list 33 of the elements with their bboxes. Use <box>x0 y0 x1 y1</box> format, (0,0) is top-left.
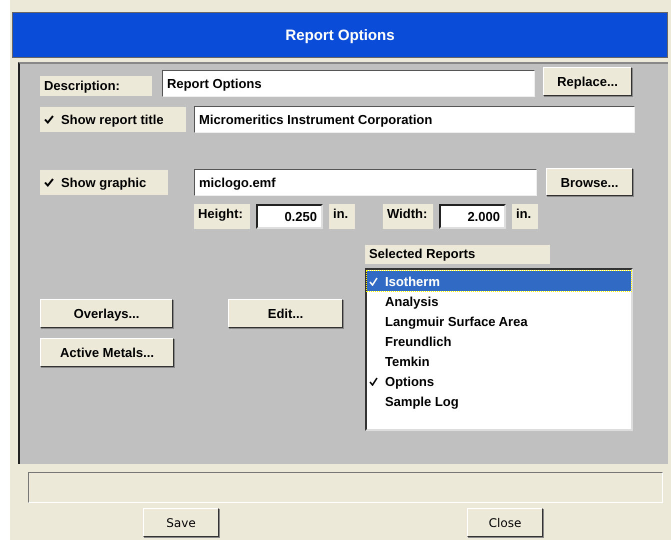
save-button[interactable]: Save <box>143 508 219 537</box>
edit-button[interactable]: Edit... <box>228 299 343 328</box>
report-list-item[interactable]: Options <box>367 371 631 391</box>
report-title-field[interactable]: Micromeritics Instrument Corporation <box>194 106 635 133</box>
report-list-item[interactable]: Analysis <box>367 291 631 311</box>
height-field[interactable]: 0.250 <box>256 204 323 229</box>
overlays-button[interactable]: Overlays... <box>40 299 173 328</box>
replace-button[interactable]: Replace... <box>543 67 632 96</box>
report-list-item[interactable]: Freundlich <box>367 331 631 351</box>
description-field[interactable]: Report Options <box>162 70 535 97</box>
window-title: Report Options <box>12 12 668 58</box>
graphic-file-field[interactable]: miclogo.emf <box>194 168 537 196</box>
description-label: Description: <box>40 76 152 96</box>
width-field[interactable]: 2.000 <box>439 204 506 229</box>
show-report-title-checkbox[interactable]: Show report title <box>40 107 186 132</box>
close-button[interactable]: Close <box>467 508 543 537</box>
report-list-item[interactable]: Sample Log <box>367 391 631 411</box>
width-label: Width: <box>383 204 433 229</box>
report-list-item[interactable]: Isotherm <box>367 271 631 291</box>
checkmark-icon <box>44 178 54 186</box>
checkmark-icon <box>369 376 378 386</box>
show-graphic-checkbox[interactable]: Show graphic <box>40 170 168 194</box>
height-label: Height: <box>194 204 250 229</box>
active-metals-button[interactable]: Active Metals... <box>40 338 174 367</box>
browse-button[interactable]: Browse... <box>546 168 633 196</box>
report-list-item[interactable]: Langmuir Surface Area <box>367 311 631 331</box>
report-list-item[interactable]: Temkin <box>367 351 631 371</box>
unit-label: in. <box>329 204 355 229</box>
checkmark-icon <box>44 115 54 124</box>
checkmark-icon <box>369 276 378 286</box>
selected-reports-label: Selected Reports <box>365 245 550 264</box>
reports-list[interactable]: Isotherm Analysis Langmuir Surface Area Freundlich Temkin Options Sample Log <box>365 268 633 431</box>
unit-label: in. <box>512 204 538 229</box>
